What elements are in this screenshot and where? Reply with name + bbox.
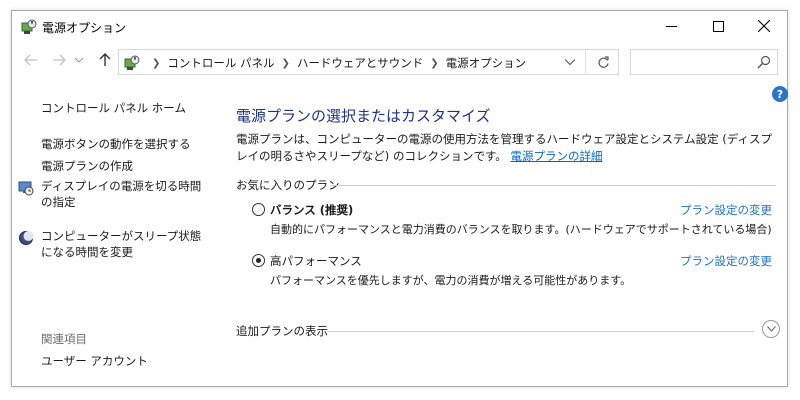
breadcrumb-control-panel[interactable]: コントロール パネル bbox=[167, 55, 274, 71]
power-options-window: 電源オプション ❯ コントロール パネル ❯ ハードウェアとサウンド ❯ 電源オ… bbox=[11, 10, 788, 387]
related-user-accounts[interactable]: ユーザー アカウント bbox=[41, 353, 148, 369]
window-title: 電源オプション bbox=[42, 21, 127, 35]
expand-button[interactable] bbox=[762, 320, 780, 338]
arrow-right-icon bbox=[53, 54, 66, 66]
sidebar-choose-power-button[interactable]: 電源ボタンの動作を選択する bbox=[41, 136, 191, 152]
moon-icon bbox=[18, 230, 34, 246]
power-plan-details-link[interactable]: 電源プランの詳細 bbox=[510, 149, 602, 163]
divider bbox=[330, 185, 776, 186]
favorite-plans-header: お気に入りのプラン bbox=[236, 177, 776, 193]
refresh-icon bbox=[597, 55, 609, 68]
main-content: 電源プランの選択またはカスタマイズ 電源プランは、コンピューターの電源の使用方法… bbox=[236, 77, 780, 377]
title-bar[interactable]: 電源オプション bbox=[12, 11, 787, 43]
plan-balanced-name[interactable]: バランス (推奨) bbox=[270, 202, 353, 218]
back-button[interactable] bbox=[22, 51, 40, 69]
plan-balanced-radio[interactable] bbox=[252, 203, 265, 216]
maximize-button[interactable] bbox=[695, 11, 741, 41]
minimize-icon bbox=[665, 25, 677, 27]
chevron-right-icon[interactable]: ❯ bbox=[152, 58, 160, 69]
sidebar: コントロール パネル ホーム 電源ボタンの動作を選択する 電源プランの作成 ディ… bbox=[12, 77, 222, 377]
maximize-icon bbox=[712, 20, 724, 32]
chevron-right-icon[interactable]: ❯ bbox=[430, 58, 438, 69]
show-additional-plans[interactable]: 追加プランの表示 bbox=[236, 320, 780, 340]
minimize-button[interactable] bbox=[648, 11, 694, 41]
recent-locations-button[interactable] bbox=[74, 55, 84, 65]
arrow-up-icon bbox=[99, 53, 111, 66]
sidebar-sleep-time[interactable]: コンピューターがスリープ状態になる時間を変更 bbox=[41, 228, 211, 260]
plan-balanced-description: 自動的にパフォーマンスと電力消費のバランスを取ります。(ハードウェアでサポートさ… bbox=[270, 223, 772, 236]
chevron-down-icon bbox=[75, 57, 83, 63]
address-dropdown-button[interactable] bbox=[559, 50, 581, 74]
description-text: 電源プランは、コンピューターの電源の使用方法を管理するハードウェア設定とシステム… bbox=[236, 132, 772, 163]
control-panel-icon bbox=[123, 54, 141, 72]
search-input[interactable] bbox=[630, 49, 778, 75]
breadcrumb: ❯ コントロール パネル ❯ ハードウェアとサウンド ❯ 電源オプション bbox=[145, 55, 526, 71]
favorite-plans-label: お気に入りのプラン bbox=[236, 177, 340, 193]
plan-high-performance-description: パフォーマンスを優先しますが、電力の消費が増える可能性があります。 bbox=[270, 274, 632, 287]
plan-balanced-settings-link[interactable]: プラン設定の変更 bbox=[680, 202, 772, 218]
related-heading: 関連項目 bbox=[41, 332, 87, 346]
page-title: 電源プランの選択またはカスタマイズ bbox=[236, 107, 491, 125]
chevron-down-icon bbox=[565, 59, 575, 65]
power-options-icon bbox=[20, 18, 38, 36]
page-description: 電源プランは、コンピューターの電源の使用方法を管理するハードウェア設定とシステム… bbox=[236, 131, 776, 165]
show-additional-plans-label: 追加プランの表示 bbox=[236, 324, 328, 338]
plan-high-performance-radio[interactable] bbox=[252, 254, 265, 267]
divider bbox=[328, 331, 754, 332]
breadcrumb-hardware-sound[interactable]: ハードウェアとサウンド bbox=[297, 55, 423, 71]
plan-high-performance-settings-link[interactable]: プラン設定の変更 bbox=[680, 253, 772, 269]
chevron-right-icon[interactable]: ❯ bbox=[282, 58, 290, 69]
up-button[interactable] bbox=[96, 51, 114, 69]
divider bbox=[585, 50, 586, 74]
address-bar[interactable]: ❯ コントロール パネル ❯ ハードウェアとサウンド ❯ 電源オプション bbox=[118, 49, 619, 75]
sidebar-display-off-time-label: ディスプレイの電源を切る時間の指定 bbox=[41, 179, 202, 209]
forward-button[interactable] bbox=[50, 51, 68, 69]
close-icon bbox=[758, 20, 770, 32]
navigation-bar: ❯ コントロール パネル ❯ ハードウェアとサウンド ❯ 電源オプション bbox=[12, 43, 787, 77]
chevron-down-icon bbox=[766, 326, 776, 332]
search-icon bbox=[757, 55, 771, 69]
plan-high-performance-name[interactable]: 高パフォーマンス bbox=[270, 253, 362, 269]
close-button[interactable] bbox=[741, 11, 787, 41]
sidebar-create-power-plan[interactable]: 電源プランの作成 bbox=[41, 158, 133, 174]
arrow-left-icon bbox=[24, 54, 37, 66]
breadcrumb-power-options[interactable]: 電源オプション bbox=[446, 55, 527, 71]
sidebar-display-off-time[interactable]: ディスプレイの電源を切る時間の指定 bbox=[41, 178, 211, 210]
sidebar-sleep-time-label: コンピューターがスリープ状態になる時間を変更 bbox=[41, 229, 202, 259]
sidebar-control-panel-home[interactable]: コントロール パネル ホーム bbox=[41, 100, 186, 116]
display-clock-icon bbox=[18, 180, 34, 196]
refresh-button[interactable] bbox=[591, 50, 615, 74]
